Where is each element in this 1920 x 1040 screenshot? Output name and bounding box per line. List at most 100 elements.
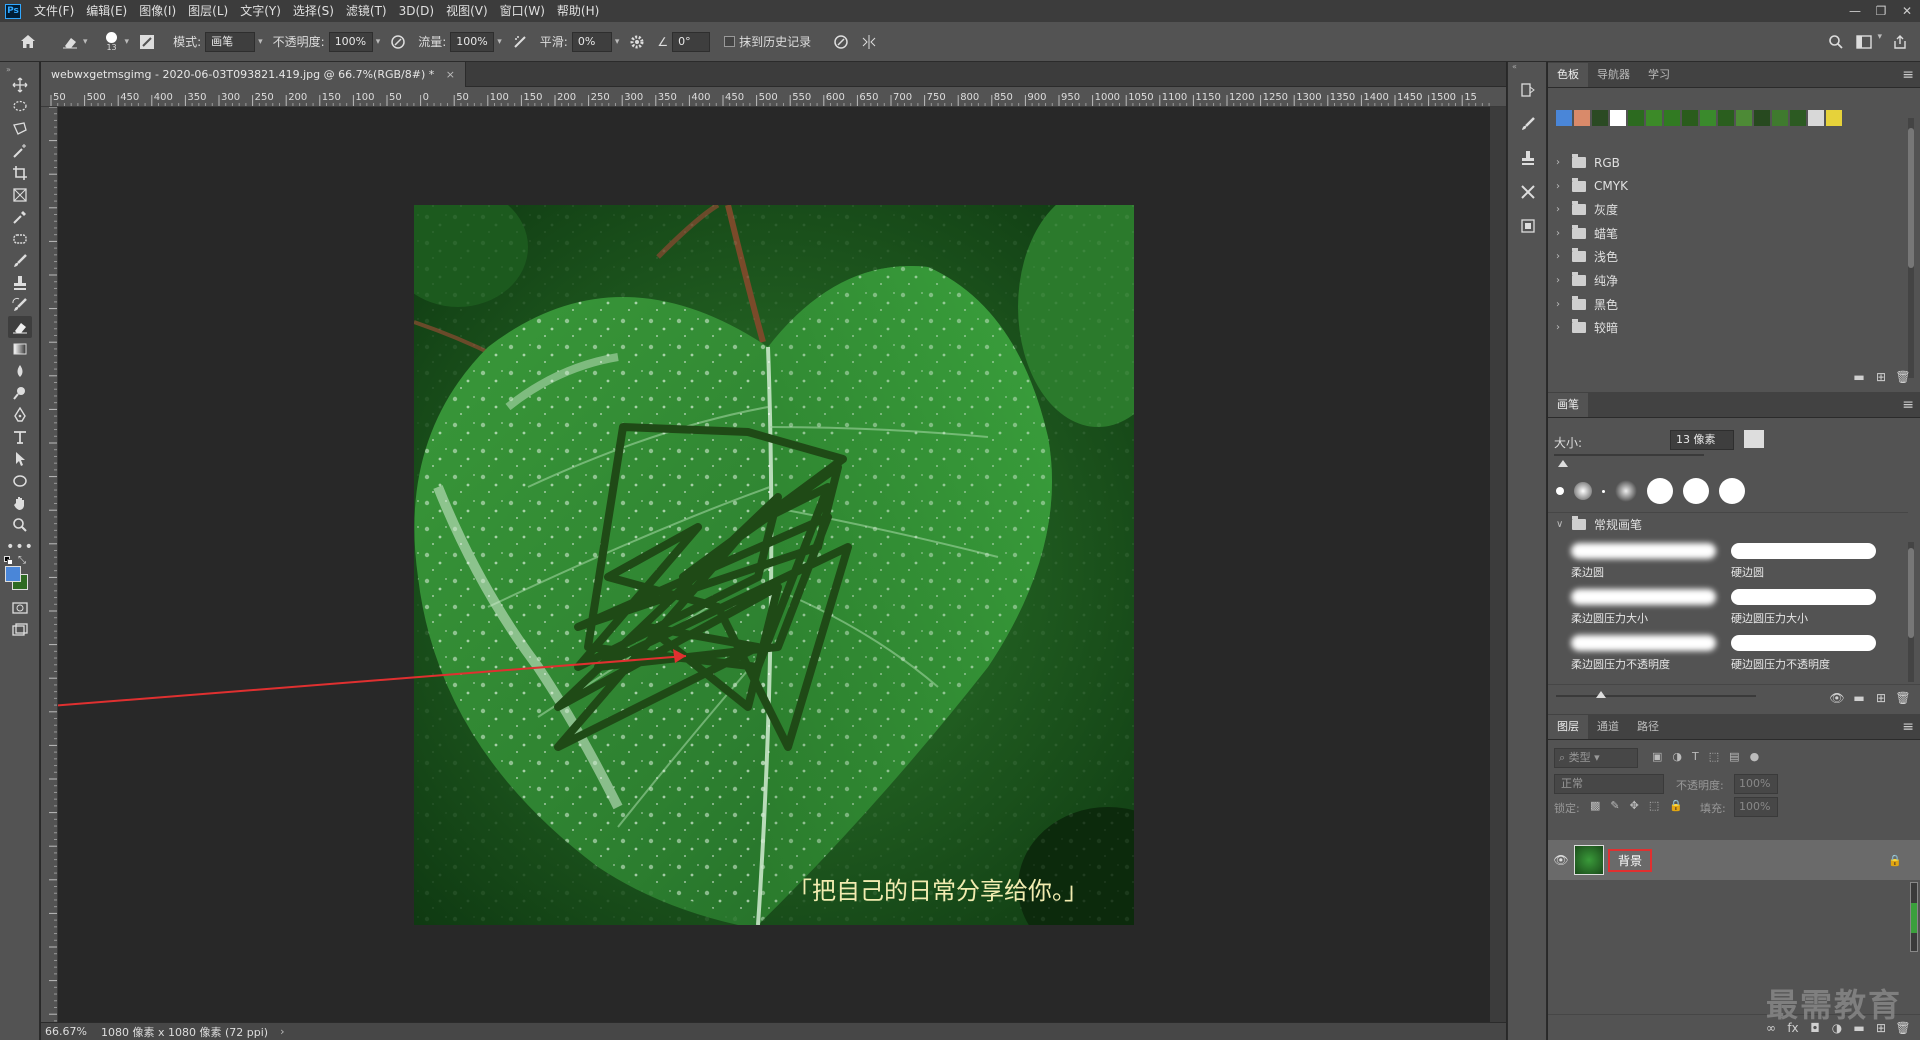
screen-mode-icon[interactable]: [8, 619, 32, 641]
hand-tool-icon[interactable]: [8, 492, 32, 514]
menu-item[interactable]: 编辑(E): [80, 0, 133, 22]
smoothing-input[interactable]: 0%: [571, 31, 612, 52]
lock-position-icon[interactable]: ✥: [1630, 799, 1639, 812]
mode-select[interactable]: 画笔: [205, 31, 256, 52]
clone-source-icon[interactable]: [1516, 146, 1540, 170]
menu-item[interactable]: 图层(L): [182, 0, 234, 22]
chevron-right-icon[interactable]: ›: [1556, 228, 1568, 239]
chevron-down-icon[interactable]: ∨: [1556, 519, 1568, 530]
chevron-down-icon[interactable]: ▾: [497, 37, 502, 47]
new-swatch-icon[interactable]: ⊞: [1870, 370, 1892, 384]
panel-menu-icon[interactable]: ≡: [1902, 63, 1914, 87]
menu-item[interactable]: 窗口(W): [494, 0, 551, 22]
brush-preset-item[interactable]: 柔边圆压力大小: [1566, 586, 1721, 632]
collapse-arrows-icon[interactable]: »: [6, 65, 11, 74]
new-group-icon[interactable]: ▬: [1848, 370, 1870, 384]
home-icon[interactable]: [18, 32, 38, 52]
blend-mode-select[interactable]: 正常: [1554, 774, 1664, 794]
color-swatch[interactable]: [1772, 110, 1788, 126]
lock-all-icon[interactable]: 🔒: [1669, 799, 1683, 812]
brushes-scrollbar[interactable]: [1908, 542, 1914, 682]
brush-preset[interactable]: [1602, 489, 1605, 493]
document-tab[interactable]: webwxgetmsgimg - 2020-06-03T093821.419.j…: [41, 62, 466, 87]
brush-preset[interactable]: [1556, 487, 1564, 495]
chevron-right-icon[interactable]: ›: [1556, 157, 1568, 168]
share-icon[interactable]: [1890, 32, 1910, 52]
erase-history-checkbox[interactable]: 抹到历史记录: [724, 33, 811, 50]
tab-navigator[interactable]: 导航器: [1588, 63, 1639, 87]
lasso-marquee-tool-icon[interactable]: [8, 96, 32, 118]
layer-filter-select[interactable]: ⌕ 类型 ▾: [1554, 748, 1638, 768]
color-swatch[interactable]: [1826, 110, 1842, 126]
brush-preset[interactable]: [1647, 478, 1673, 504]
pen-tool-icon[interactable]: [8, 404, 32, 426]
layers-scrollbar[interactable]: [1910, 882, 1918, 952]
gear-icon[interactable]: [627, 32, 647, 52]
menu-item[interactable]: 滤镜(T): [340, 0, 393, 22]
chevron-down-icon[interactable]: ▾: [376, 37, 381, 47]
brush-settings-button[interactable]: [1744, 430, 1764, 448]
move-tool-icon[interactable]: [8, 74, 32, 96]
swatch-group[interactable]: › 较暗: [1548, 313, 1908, 342]
menu-item[interactable]: 3D(D): [393, 0, 440, 22]
menu-item[interactable]: 图像(I): [133, 0, 182, 22]
brush-preset-item[interactable]: 柔边圆: [1566, 540, 1721, 586]
foreground-color-swatch[interactable]: [5, 566, 21, 582]
swap-colors-icon[interactable]: ⤡: [18, 555, 26, 566]
tab-paths[interactable]: 路径: [1628, 715, 1668, 739]
new-group-icon[interactable]: ▬: [1848, 691, 1870, 705]
eyedropper-tool-icon[interactable]: [8, 206, 32, 228]
path-selection-tool-icon[interactable]: [8, 448, 32, 470]
slider-handle[interactable]: [1596, 691, 1606, 698]
color-swatch[interactable]: [1610, 110, 1626, 126]
status-menu-arrow-icon[interactable]: ›: [280, 1025, 284, 1038]
eraser-tool-icon[interactable]: [8, 316, 32, 338]
menu-item[interactable]: 文件(F): [28, 0, 80, 22]
tab-brushes[interactable]: 画笔: [1548, 393, 1588, 417]
layer-row-background[interactable]: 👁 背景 🔒: [1548, 840, 1920, 880]
eye-visibility-icon[interactable]: 👁: [1548, 853, 1574, 867]
color-swatch[interactable]: [1808, 110, 1824, 126]
brush-preset-item[interactable]: 硬边圆: [1726, 540, 1881, 586]
image-filter-icon[interactable]: ▣: [1652, 750, 1662, 763]
chevron-right-icon[interactable]: ›: [1556, 322, 1568, 333]
history-panel-icon[interactable]: [1516, 78, 1540, 102]
adjustment-filter-icon[interactable]: ◑: [1672, 750, 1682, 763]
tools-preset-icon[interactable]: [1516, 180, 1540, 204]
quick-mask-icon[interactable]: [8, 597, 32, 619]
workspace-icon[interactable]: [1854, 32, 1874, 52]
brush-tool-icon[interactable]: [8, 250, 32, 272]
dodge-tool-icon[interactable]: [8, 382, 32, 404]
chevron-right-icon[interactable]: ›: [1556, 181, 1568, 192]
search-icon[interactable]: [1826, 32, 1846, 52]
tab-learn[interactable]: 学习: [1639, 63, 1679, 87]
brush-size-slider[interactable]: [1554, 454, 1704, 456]
brush-preset[interactable]: [1574, 482, 1592, 500]
color-swatch[interactable]: [1718, 110, 1734, 126]
frame-tool-icon[interactable]: [8, 184, 32, 206]
brush-settings-panel-icon[interactable]: [137, 32, 157, 52]
preview-size-slider[interactable]: [1556, 695, 1756, 697]
properties-panel-icon[interactable]: [1516, 214, 1540, 238]
airbrush-icon[interactable]: [510, 32, 530, 52]
layer-opacity-input[interactable]: 100%: [1734, 774, 1778, 794]
type-tool-icon[interactable]: [8, 426, 32, 448]
history-brush-tool-icon[interactable]: [8, 294, 32, 316]
layer-name[interactable]: 背景: [1608, 848, 1653, 872]
lock-transparency-icon[interactable]: ▩: [1590, 799, 1600, 812]
color-swatch[interactable]: [1556, 110, 1572, 126]
chevron-down-icon[interactable]: ▾: [1877, 32, 1882, 52]
symmetry-icon[interactable]: [859, 32, 879, 52]
collapse-arrows-icon[interactable]: «: [1512, 62, 1517, 71]
type-filter-icon[interactable]: T: [1692, 750, 1699, 763]
pressure-size-icon[interactable]: [831, 32, 851, 52]
color-swatch[interactable]: [1574, 110, 1590, 126]
brush-preset[interactable]: [1719, 478, 1745, 504]
chevron-right-icon[interactable]: ›: [1556, 204, 1568, 215]
color-swatch[interactable]: [1700, 110, 1716, 126]
color-swatch[interactable]: [1790, 110, 1806, 126]
brush-preset-item[interactable]: 柔边圆压力不透明度: [1566, 632, 1721, 678]
menu-item[interactable]: 选择(S): [287, 0, 340, 22]
spot-healing-tool-icon[interactable]: [8, 228, 32, 250]
vertical-scrollbar[interactable]: [1490, 107, 1506, 1022]
